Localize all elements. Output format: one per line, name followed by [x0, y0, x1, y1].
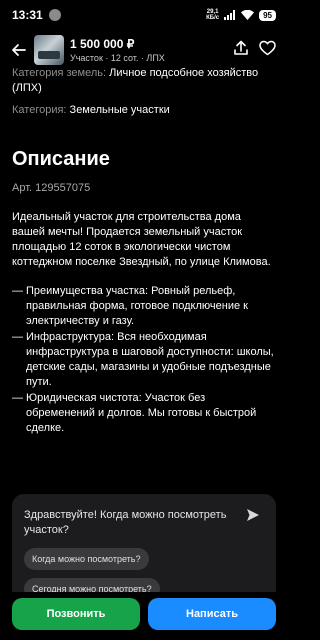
list-item: — Инфраструктура: Вся необходимая инфраст…: [12, 331, 274, 388]
description-bullets: — Преимущества участка: Ровный рельеф, пр…: [12, 284, 276, 436]
status-time: 13:31: [12, 8, 43, 22]
header-subtitle: Участок · 12 сот. · ЛПХ: [70, 53, 165, 63]
network-speed-unit: КБ/с: [206, 15, 220, 21]
quick-reply-chip[interactable]: Когда можно посмотреть?: [24, 548, 149, 570]
description-title: Описание: [12, 148, 110, 170]
bullet-text: Преимущества участка: Ровный рельеф, пра…: [26, 285, 248, 327]
app-notification-icon: [48, 9, 61, 21]
chat-input-row: Здравствуйте! Когда можно посмотреть уча…: [24, 504, 264, 538]
back-button[interactable]: [8, 39, 30, 61]
favorite-button[interactable]: [259, 40, 276, 61]
article-number: Арт. 129557075: [12, 182, 91, 194]
param-land-category: Категория земель: Личное подсобное хозяй…: [12, 66, 276, 96]
contact-actions: Позвонить Написать: [0, 592, 288, 640]
listing-content: Категория земель: Личное подсобное хозяй…: [0, 66, 288, 437]
status-indicators: 29,1 КБ/с 95: [206, 9, 276, 21]
param-category: Категория: Земельные участки: [12, 103, 276, 118]
param-label: Категория:: [12, 104, 67, 116]
call-button[interactable]: Позвонить: [12, 598, 140, 630]
param-label: Категория земель:: [12, 67, 107, 79]
send-button[interactable]: [242, 504, 264, 526]
bullet-text: Юридическая чистота: Участок без обремен…: [26, 392, 257, 434]
header-price: 1 500 000 ₽: [70, 37, 135, 51]
wifi-icon: [241, 10, 255, 20]
listing-header: 1 500 000 ₽ Участок · 12 сот. · ЛПХ: [0, 30, 288, 70]
share-button[interactable]: [233, 40, 249, 61]
network-speed: 29,1 КБ/с: [206, 9, 219, 21]
bullet-text: Инфраструктура: Вся необходимая инфрастр…: [26, 331, 274, 388]
heart-icon: [259, 40, 276, 55]
listing-thumbnail[interactable]: [34, 35, 64, 65]
signal-icon: [224, 10, 236, 20]
back-arrow-icon: [12, 44, 26, 56]
header-actions: [233, 40, 280, 61]
share-icon: [234, 40, 248, 55]
list-item: — Преимущества участка: Ровный рельеф, пр…: [12, 285, 248, 327]
param-value: Земельные участки: [69, 104, 170, 116]
send-icon: [247, 509, 259, 521]
battery-indicator: 95: [259, 9, 276, 21]
list-item: — Юридическая чистота: Участок без обреме…: [12, 392, 257, 434]
status-bar: 13:31 29,1 КБ/с 95: [0, 0, 288, 30]
write-button[interactable]: Написать: [148, 598, 276, 630]
header-summary: 1 500 000 ₽ Участок · 12 сот. · ЛПХ: [70, 37, 165, 63]
description-text: Идеальный участок для строительства дома…: [12, 211, 271, 268]
chat-message-input[interactable]: Здравствуйте! Когда можно посмотреть уча…: [24, 508, 242, 538]
